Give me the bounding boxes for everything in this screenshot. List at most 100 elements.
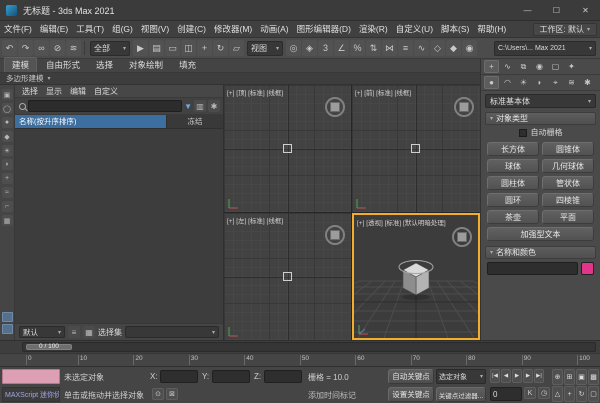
modify-tab-icon[interactable]: ∿ xyxy=(500,60,515,73)
align-icon[interactable]: ≡ xyxy=(398,40,413,56)
menu-group[interactable]: 组(G) xyxy=(108,23,137,35)
zoom-extents-all-icon[interactable]: ▩ xyxy=(588,369,599,385)
select-by-name-icon[interactable]: ▤ xyxy=(149,40,164,56)
viewport-perspective-label[interactable]: [+] [透视] [标准] [默认明暗处理] xyxy=(357,217,446,227)
menu-animation[interactable]: 动画(A) xyxy=(256,23,292,35)
grid-view-icon[interactable]: ▦ xyxy=(83,326,95,338)
project-folder-dropdown[interactable]: C:\Users\... Max 2021 ▾ xyxy=(494,41,596,56)
menu-rendering[interactable]: 渲染(R) xyxy=(355,23,392,35)
geometry-category-icon[interactable]: ● xyxy=(484,76,499,89)
explorer-menu-select[interactable]: 选择 xyxy=(19,86,41,96)
object-category-dropdown[interactable]: 标准基本体 ▾ xyxy=(485,94,596,108)
explorer-display-lights-icon[interactable]: ☀ xyxy=(2,145,13,156)
select-and-move-icon[interactable]: + xyxy=(197,40,212,56)
ribbon-tab-selection[interactable]: 选择 xyxy=(89,58,120,72)
object-type-rollout-header[interactable]: ▾ 对象类型 xyxy=(485,112,596,125)
play-button[interactable]: ▶ xyxy=(512,369,522,383)
tube-button[interactable]: 管状体 xyxy=(542,176,594,190)
box-object[interactable] xyxy=(411,144,420,153)
explorer-display-none-icon[interactable]: ◯ xyxy=(2,103,13,114)
menu-help[interactable]: 帮助(H) xyxy=(473,23,510,35)
explorer-display-shapes-icon[interactable]: ◆ xyxy=(2,131,13,142)
search-input[interactable] xyxy=(28,100,182,112)
menu-file[interactable]: 文件(F) xyxy=(0,23,36,35)
go-to-start-button[interactable]: |◀ xyxy=(490,369,500,383)
sphere-button[interactable]: 球体 xyxy=(487,159,539,173)
cameras-category-icon[interactable]: ◗ xyxy=(532,76,547,89)
zoom-icon[interactable]: ⊕ xyxy=(552,369,563,385)
snaps-toggle-icon[interactable]: 3 xyxy=(318,40,333,56)
render-icon[interactable]: ◉ xyxy=(462,40,477,56)
torus-button[interactable]: 圆环 xyxy=(487,193,539,207)
viewcube[interactable] xyxy=(452,227,472,247)
x-coord-field[interactable] xyxy=(160,370,198,383)
autogrid-checkbox[interactable] xyxy=(519,129,527,137)
window-crossing-icon[interactable]: ◫ xyxy=(181,40,196,56)
explorer-display-all-icon[interactable]: ▣ xyxy=(2,89,13,100)
column-chooser-icon[interactable]: ▥ xyxy=(194,100,206,112)
explorer-settings-icon[interactable]: ✱ xyxy=(208,100,220,112)
set-key-button[interactable]: 设置关键点 xyxy=(388,387,434,402)
maxscript-mini-listener[interactable]: MAXScript 迷你侦听器 xyxy=(2,387,60,402)
rectangular-selection-region-icon[interactable]: ▭ xyxy=(165,40,180,56)
pan-icon[interactable]: + xyxy=(564,386,575,402)
frozen-column-header[interactable]: 冻结 xyxy=(167,115,223,128)
object-name-field[interactable] xyxy=(487,262,578,275)
percent-snap-icon[interactable]: % xyxy=(350,40,365,56)
shapes-category-icon[interactable]: ◠ xyxy=(500,76,515,89)
orbit-icon[interactable]: ↻ xyxy=(576,386,587,402)
explorer-display-bones-icon[interactable]: ⌐ xyxy=(2,201,13,212)
hierarchy-tab-icon[interactable]: ⧉ xyxy=(516,60,531,73)
cone-button[interactable]: 圆锥体 xyxy=(542,142,594,156)
explorer-display-spacewarps-icon[interactable]: ≈ xyxy=(2,187,13,198)
select-object-icon[interactable]: ▶ xyxy=(133,40,148,56)
key-mode-toggle-icon[interactable]: K xyxy=(524,387,536,399)
key-filters-button[interactable]: 关键点过滤器... xyxy=(436,387,486,402)
viewport-top[interactable]: [+] [顶] [标准] [线框] xyxy=(224,85,351,212)
next-frame-button[interactable]: ▶ xyxy=(523,369,533,383)
explorer-menu-edit[interactable]: 编辑 xyxy=(67,86,89,96)
undo-icon[interactable]: ↶ xyxy=(2,40,17,56)
viewcube[interactable] xyxy=(325,97,345,117)
viewport-top-label[interactable]: [+] [顶] [标准] [线框] xyxy=(227,87,283,97)
time-slider-handle[interactable]: 0 / 100 xyxy=(26,344,72,350)
create-tab-icon[interactable]: + xyxy=(484,60,499,73)
space-warps-category-icon[interactable]: ≋ xyxy=(564,76,579,89)
z-coord-field[interactable] xyxy=(264,370,302,383)
scene-explorer-list[interactable] xyxy=(15,129,223,323)
viewport-front[interactable]: [+] [前] [标准] [线框] xyxy=(352,85,480,212)
maximize-button[interactable]: ☐ xyxy=(542,0,571,20)
object-color-swatch[interactable] xyxy=(581,262,594,275)
explorer-display-helpers-icon[interactable]: + xyxy=(2,173,13,184)
pyramid-button[interactable]: 四棱锥 xyxy=(542,193,594,207)
isolate-selection-icon[interactable]: ⊙ xyxy=(152,388,164,400)
curve-editor-icon[interactable]: ∿ xyxy=(414,40,429,56)
selection-filter-dropdown[interactable]: 全部 ▾ xyxy=(90,41,130,56)
ribbon-tab-freeform[interactable]: 自由形式 xyxy=(39,58,87,72)
ribbon-panel-label[interactable]: 多边形建模 xyxy=(6,73,44,84)
named-selection-set-dropdown[interactable]: ▾ xyxy=(125,326,219,338)
workspace-selector[interactable]: 工作区: 默认 ▾ xyxy=(533,23,597,36)
lights-category-icon[interactable]: ☀ xyxy=(516,76,531,89)
viewcube[interactable] xyxy=(325,225,345,245)
explorer-display-cameras-icon[interactable]: ◗ xyxy=(2,159,13,170)
menu-graph-editors[interactable]: 图形编辑器(D) xyxy=(293,23,355,35)
reference-coordinate-dropdown[interactable]: 视图 ▾ xyxy=(247,41,283,56)
redo-icon[interactable]: ↷ xyxy=(18,40,33,56)
select-and-scale-icon[interactable]: ▱ xyxy=(229,40,244,56)
previous-frame-button[interactable]: ◀ xyxy=(501,369,511,383)
bind-to-space-warp-icon[interactable]: ≋ xyxy=(66,40,81,56)
menu-tools[interactable]: 工具(T) xyxy=(72,23,108,35)
select-and-manipulate-icon[interactable]: ◈ xyxy=(302,40,317,56)
lock-selection-icon[interactable]: ⊠ xyxy=(166,388,178,400)
minimize-button[interactable]: — xyxy=(513,0,542,20)
set-key-selection-set-dropdown[interactable]: 选定对象 ▾ xyxy=(436,369,486,384)
viewport-left-label[interactable]: [+] [左] [标准] [线框] xyxy=(227,215,283,225)
add-viewport-layout-icon[interactable] xyxy=(2,324,13,334)
ribbon-tab-populate[interactable]: 填充 xyxy=(172,58,203,72)
layout-preset-dropdown[interactable]: 默认 ▾ xyxy=(19,326,65,338)
field-of-view-icon[interactable]: △ xyxy=(552,386,563,402)
textplus-button[interactable]: 加强型文本 xyxy=(487,227,594,241)
current-frame-field[interactable] xyxy=(490,387,522,401)
menu-scripting[interactable]: 脚本(S) xyxy=(437,23,473,35)
